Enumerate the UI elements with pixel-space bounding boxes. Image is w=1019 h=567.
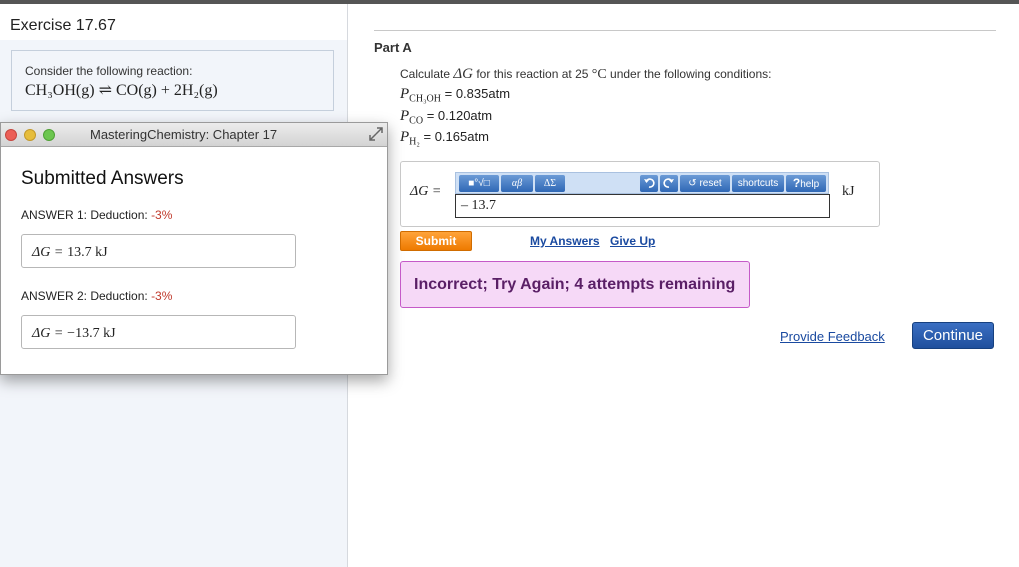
- condition-co: PCO = 0.120atm: [400, 108, 492, 127]
- provide-feedback-link[interactable]: Provide Feedback: [780, 329, 885, 344]
- answer-1-box: ΔG = 13.7 kJ: [21, 234, 296, 268]
- submitted-answers-window: MasteringChemistry: Chapter 17 Submitted…: [0, 122, 388, 375]
- question-mid: for this reaction at 25: [473, 67, 592, 81]
- answer-label-text: ANSWER 2: Deduction:: [21, 289, 152, 303]
- minimize-window-button[interactable]: [24, 129, 36, 141]
- condition-value: = 0.835atm: [441, 86, 511, 101]
- help-button[interactable]: ?help: [786, 175, 826, 192]
- submit-button[interactable]: Submit: [400, 231, 472, 251]
- condition-value: = 0.120atm: [423, 108, 493, 123]
- answer-value: −13.7 kJ: [67, 326, 116, 341]
- condition-subscript: H₂: [409, 136, 420, 148]
- give-up-link[interactable]: Give Up: [610, 234, 655, 248]
- answer-input[interactable]: – 13.7: [455, 194, 830, 218]
- unit-label: kJ: [842, 184, 855, 199]
- answer-label-text: ANSWER 1: Deduction:: [21, 208, 152, 222]
- answer-value: 13.7 kJ: [67, 245, 108, 260]
- part-label: Part A: [374, 40, 412, 55]
- reaction-prompt: Consider the following reaction:: [25, 64, 193, 78]
- condition-h2: PH₂ = 0.165atm: [400, 129, 489, 148]
- answer-lhs: ΔG =: [32, 326, 64, 341]
- question-unit: °C: [591, 67, 607, 82]
- my-answers-link[interactable]: My Answers: [530, 234, 600, 248]
- feedback-message: Incorrect; Try Again; 4 attempts remaini…: [400, 261, 750, 308]
- deduction-value: -3%: [151, 208, 173, 222]
- close-window-button[interactable]: [5, 129, 17, 141]
- condition-ch3oh: PCH₃OH = 0.835atm: [400, 86, 510, 105]
- templates-button[interactable]: ■°√□: [459, 175, 499, 192]
- question-text: Calculate ΔG for this reaction at 25 °C …: [400, 66, 771, 83]
- reaction-equation: CH₃OH(g) ⇌ CO(g) + 2H₂(g): [25, 82, 218, 99]
- question-post: under the following conditions:: [606, 67, 772, 81]
- condition-subscript: CO: [409, 115, 424, 127]
- exercise-title: Exercise 17.67: [0, 4, 347, 40]
- maximize-window-button[interactable]: [43, 129, 55, 141]
- continue-button[interactable]: Continue: [912, 322, 994, 349]
- condition-value: = 0.165atm: [419, 129, 489, 144]
- question-symbol: ΔG: [453, 66, 474, 82]
- answer-2-label: ANSWER 2: Deduction: -3%: [21, 289, 172, 303]
- answer-1-label: ANSWER 1: Deduction: -3%: [21, 208, 172, 222]
- window-title: MasteringChemistry: Chapter 17: [90, 127, 278, 142]
- answer-lhs: ΔG =: [32, 245, 64, 260]
- reset-label: reset: [699, 178, 722, 189]
- redo-button[interactable]: [660, 175, 678, 192]
- reaction-box: Consider the following reaction: CH₃OH(g…: [11, 50, 334, 111]
- shortcuts-button[interactable]: shortcuts: [732, 175, 784, 192]
- submitted-answers-heading: Submitted Answers: [21, 168, 184, 189]
- math-toolbar: ■°√□ αβ ΔΣ ↺ reset shortcuts ?help: [455, 172, 829, 194]
- question-pre: Calculate: [400, 67, 454, 81]
- answer-area: ΔG = ■°√□ αβ ΔΣ ↺ reset shortcuts ?help …: [400, 161, 880, 227]
- reset-button[interactable]: ↺ reset: [680, 175, 730, 192]
- condition-symbol: P: [400, 86, 410, 102]
- condition-subscript: CH₃OH: [409, 93, 441, 105]
- symbols-button[interactable]: ΔΣ: [535, 175, 565, 192]
- undo-button[interactable]: [640, 175, 658, 192]
- delta-g-label: ΔG =: [410, 184, 442, 199]
- greek-letters-button[interactable]: αβ: [501, 175, 533, 192]
- help-label: help: [800, 179, 820, 190]
- answer-2-box: ΔG = −13.7 kJ: [21, 315, 296, 349]
- condition-symbol: P: [400, 108, 410, 124]
- deduction-value: -3%: [151, 289, 173, 303]
- undo-icon: [644, 178, 655, 188]
- reset-icon: ↺: [688, 178, 700, 189]
- redo-icon: [663, 178, 674, 188]
- part-divider: [374, 30, 996, 31]
- expand-icon[interactable]: [368, 126, 384, 142]
- condition-symbol: P: [400, 129, 410, 145]
- window-titlebar[interactable]: MasteringChemistry: Chapter 17: [1, 123, 387, 147]
